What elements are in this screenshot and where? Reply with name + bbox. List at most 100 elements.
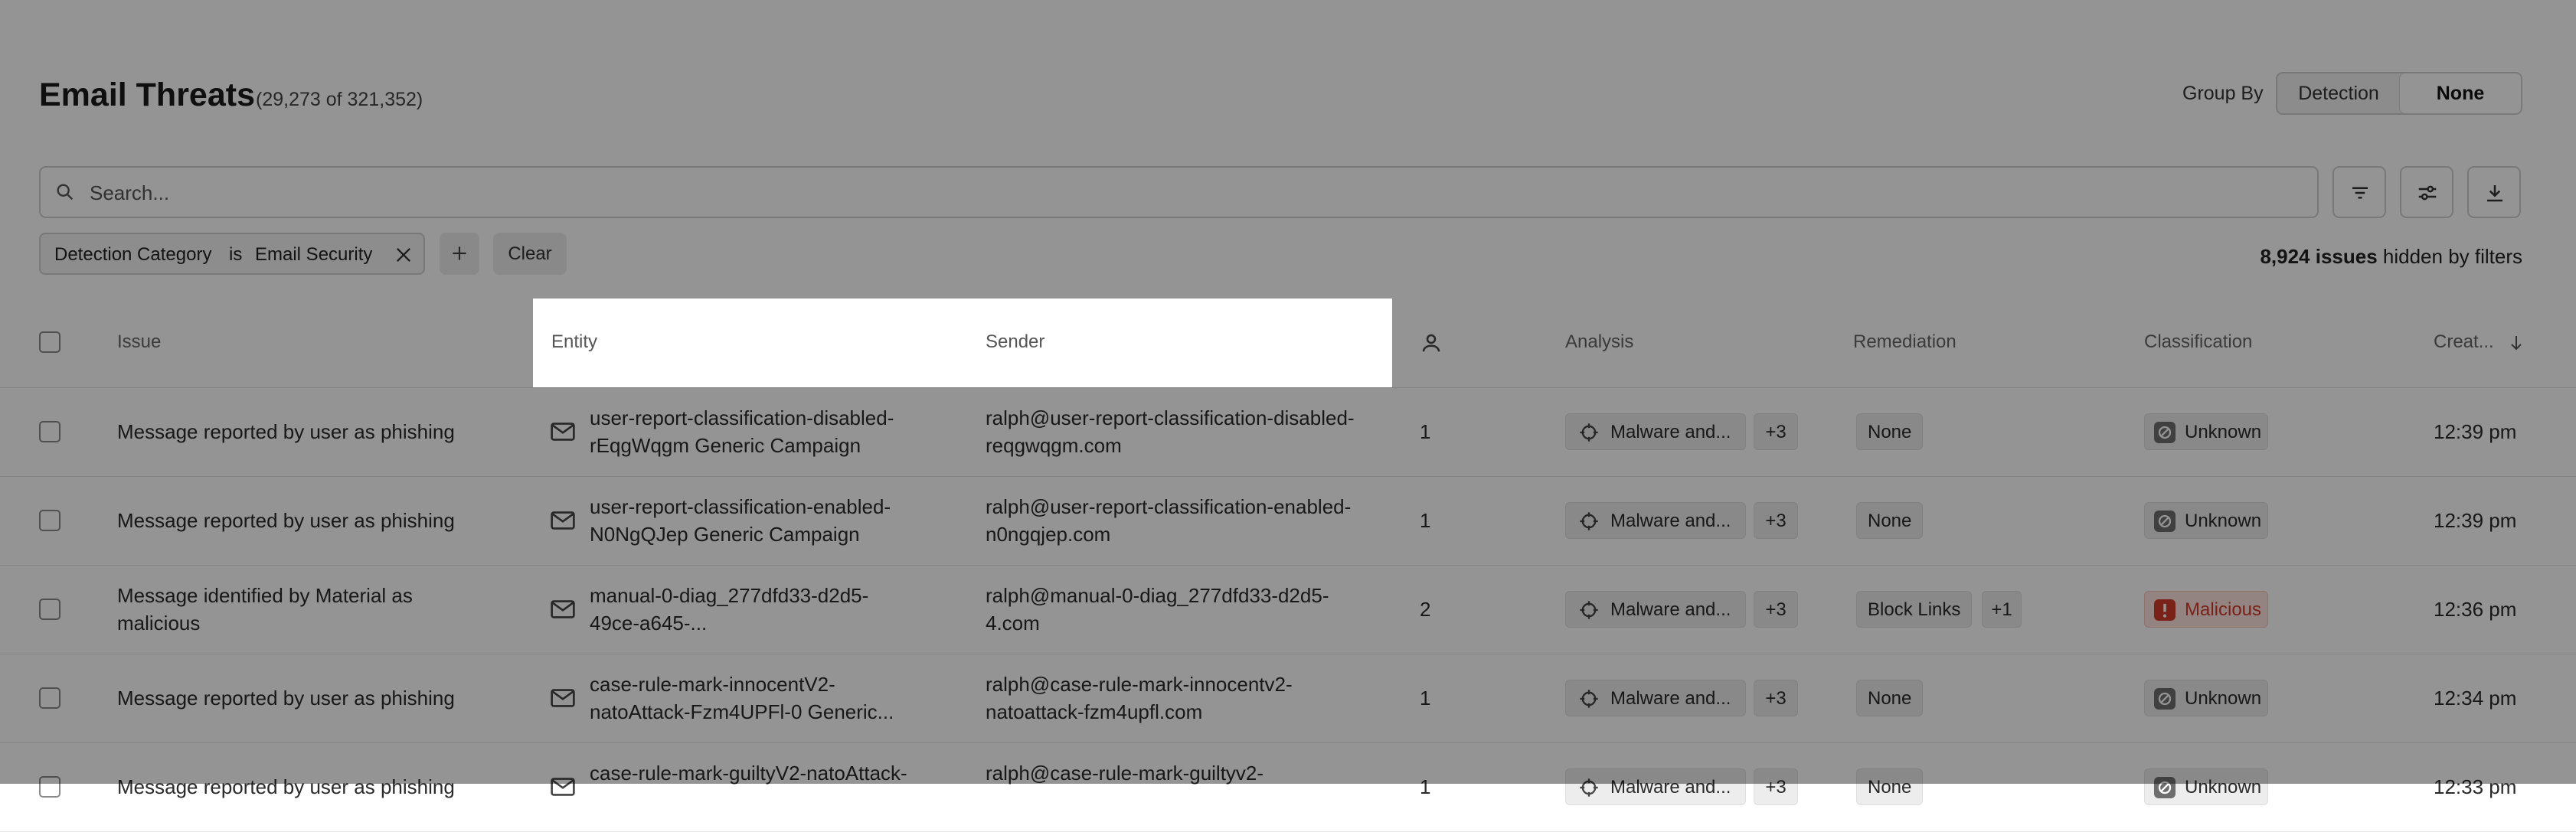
analysis-more-pill[interactable]: +3: [1754, 502, 1798, 539]
sender-text: ralph@manual-0-diag_277dfd33-d2d5- 4.com: [986, 584, 1329, 635]
issue-text: Message reported by user as phishing: [117, 687, 455, 710]
filter-chip[interactable]: Detection Category is Email Security: [39, 233, 425, 275]
add-filter-button[interactable]: [440, 233, 479, 275]
unknown-classification-icon: [2154, 777, 2176, 798]
mail-icon: [551, 778, 575, 796]
download-button[interactable]: [2467, 166, 2521, 218]
mail-icon: [551, 511, 575, 530]
highlighted-column-headers: Entity Sender: [533, 299, 1392, 387]
user-count: 1: [1420, 775, 1431, 798]
remediation-more-pill[interactable]: +1: [1982, 591, 2022, 628]
group-by-detection-button[interactable]: Detection: [2277, 73, 2400, 113]
analysis-more-pill[interactable]: +3: [1754, 768, 1798, 805]
row-checkbox[interactable]: [39, 421, 60, 442]
analysis-pill[interactable]: Malware and...: [1565, 680, 1746, 716]
crosshair-icon: [1580, 690, 1598, 708]
created-time: 12:33 pm: [2434, 775, 2517, 798]
classification-pill[interactable]: Unknown: [2144, 413, 2268, 450]
row-checkbox[interactable]: [39, 510, 60, 531]
remediation-pill[interactable]: None: [1856, 680, 1924, 716]
created-time: 12:34 pm: [2434, 687, 2517, 710]
column-settings-button[interactable]: [2400, 166, 2453, 218]
table-row[interactable]: Message reported by user as phishing use…: [0, 387, 2576, 477]
column-issue[interactable]: Issue: [117, 331, 161, 353]
table-row[interactable]: Message reported by user as phishing cas…: [0, 742, 2576, 832]
user-count: 1: [1420, 420, 1431, 443]
classification-pill[interactable]: Unknown: [2144, 502, 2268, 539]
unknown-classification-icon: [2154, 688, 2176, 710]
row-checkbox[interactable]: [39, 687, 60, 709]
issue-text: Message reported by user as phishing: [117, 775, 455, 798]
analysis-more-pill[interactable]: +3: [1754, 680, 1798, 716]
hidden-issues-count: 8,924 issues: [2260, 245, 2378, 268]
user-icon: [1422, 334, 1440, 352]
classification-pill[interactable]: Unknown: [2144, 768, 2268, 805]
analysis-pill[interactable]: Malware and...: [1565, 768, 1746, 805]
sort-down-arrow-icon[interactable]: [2507, 332, 2525, 354]
email-threats-page: Email Threats (29,273 of 321,352) Group …: [0, 0, 2576, 832]
group-by-label: Group By: [2182, 83, 2264, 104]
search-icon: [57, 184, 74, 201]
table-row[interactable]: Message reported by user as phishing use…: [0, 476, 2576, 566]
entity-text: user-report-classification-enabled- N0NgQ…: [590, 495, 891, 546]
group-by-none-button[interactable]: None: [2400, 73, 2521, 113]
created-time: 12:36 pm: [2434, 598, 2517, 621]
analysis-more-pill[interactable]: +3: [1754, 413, 1798, 450]
page-title: Email Threats: [39, 77, 255, 113]
hidden-issues-suffix: hidden by filters: [2377, 245, 2522, 268]
analysis-pill[interactable]: Malware and...: [1565, 591, 1746, 628]
mail-icon: [551, 423, 575, 441]
remediation-pill[interactable]: None: [1856, 768, 1924, 805]
issue-text: Message identified by Material as malicio…: [117, 584, 413, 635]
column-created[interactable]: Creat...: [2434, 331, 2494, 353]
filter-button[interactable]: [2332, 166, 2386, 218]
row-checkbox[interactable]: [39, 776, 60, 798]
crosshair-icon: [1580, 423, 1598, 442]
alert-icon: [2154, 599, 2176, 621]
select-all-checkbox[interactable]: [39, 331, 60, 353]
entity-text: case-rule-mark-guiltyV2-natoAttack-: [590, 762, 907, 785]
download-icon: [2487, 185, 2502, 202]
user-count: 2: [1420, 598, 1431, 621]
hidden-issues-note: 8,924 issues hidden by filters: [2260, 245, 2522, 269]
close-icon[interactable]: [393, 244, 414, 266]
crosshair-icon: [1580, 512, 1598, 530]
sliders-icon: [2418, 185, 2437, 201]
filter-value: Email Security: [255, 244, 373, 265]
filter-lines-icon: [2352, 187, 2368, 199]
search-bar: [39, 166, 2319, 218]
group-by-toggle: Detection None: [2276, 72, 2522, 115]
created-time: 12:39 pm: [2434, 509, 2517, 532]
classification-pill[interactable]: Unknown: [2144, 680, 2268, 716]
crosshair-icon: [1580, 601, 1598, 619]
column-analysis[interactable]: Analysis: [1565, 331, 1633, 353]
mail-icon: [551, 600, 575, 618]
remediation-pill[interactable]: None: [1856, 413, 1924, 450]
filter-operator: is: [229, 244, 243, 265]
unknown-classification-icon: [2154, 422, 2176, 443]
sender-text: ralph@case-rule-mark-innocentv2- natoatta…: [986, 673, 1293, 723]
analysis-pill[interactable]: Malware and...: [1565, 502, 1746, 539]
column-sender[interactable]: Sender: [986, 331, 1044, 353]
search-input[interactable]: [88, 175, 2296, 210]
result-count: (29,273 of 321,352): [256, 89, 423, 110]
mail-icon: [551, 689, 575, 707]
classification-pill[interactable]: Malicious: [2144, 591, 2268, 628]
row-checkbox[interactable]: [39, 599, 60, 620]
column-remediation[interactable]: Remediation: [1853, 331, 1957, 353]
remediation-pill[interactable]: Block Links: [1856, 591, 1973, 628]
analysis-more-pill[interactable]: +3: [1754, 591, 1798, 628]
entity-text: case-rule-mark-innocentV2- natoAttack-Fzm…: [590, 673, 894, 723]
remediation-pill[interactable]: None: [1856, 502, 1924, 539]
clear-filters-button[interactable]: Clear: [493, 233, 567, 275]
issue-text: Message reported by user as phishing: [117, 509, 455, 532]
table-row[interactable]: Message identified by Material as malicio…: [0, 565, 2576, 654]
filter-key: Detection Category: [54, 244, 212, 265]
analysis-pill[interactable]: Malware and...: [1565, 413, 1746, 450]
sender-text: ralph@case-rule-mark-guiltyv2-: [986, 762, 1264, 785]
column-classification[interactable]: Classification: [2144, 331, 2252, 353]
column-entity[interactable]: Entity: [551, 331, 597, 353]
sender-text: ralph@user-report-classification-enabled…: [986, 495, 1352, 546]
plus-icon: [453, 246, 466, 260]
table-row[interactable]: Message reported by user as phishing cas…: [0, 654, 2576, 743]
